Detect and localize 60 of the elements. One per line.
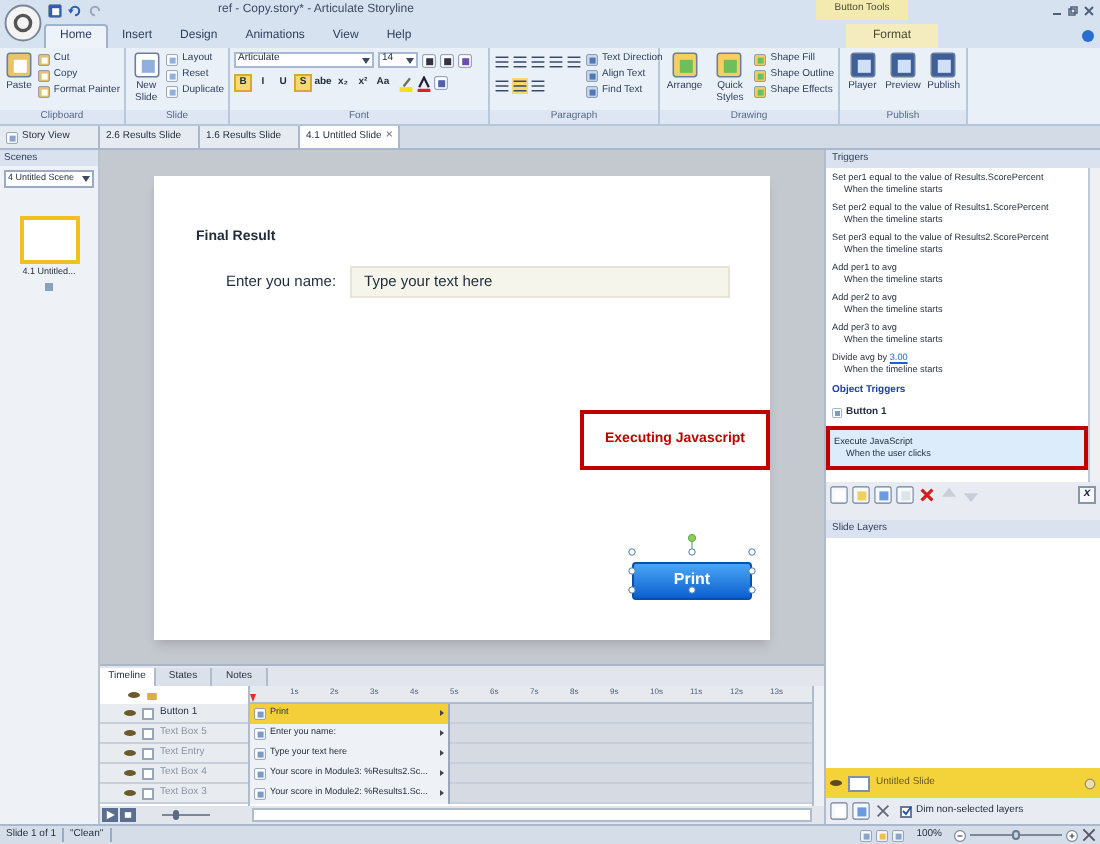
caret-icon xyxy=(82,176,90,182)
check-icon xyxy=(901,806,911,816)
caret-icon xyxy=(406,57,414,63)
save-icon[interactable] xyxy=(48,3,62,17)
list-icon[interactable] xyxy=(548,54,564,70)
clear-format-icon[interactable] xyxy=(458,53,472,67)
undo-icon[interactable] xyxy=(68,3,82,17)
highlight-icon[interactable] xyxy=(398,75,414,91)
slider-thumb[interactable] xyxy=(1012,830,1020,840)
font-color-icon[interactable] xyxy=(416,75,432,91)
restore-icon[interactable] xyxy=(1068,5,1078,15)
duplicate-layer-icon[interactable] xyxy=(852,802,870,820)
lock-checkbox[interactable] xyxy=(142,787,154,799)
command-icon xyxy=(849,52,876,78)
slider-thumb[interactable] xyxy=(173,810,180,820)
zoom-in-icon[interactable] xyxy=(1066,829,1078,841)
align-icon[interactable] xyxy=(530,78,546,94)
align-icon[interactable] xyxy=(494,78,510,94)
help-icon[interactable] xyxy=(1082,30,1094,42)
caret-icon xyxy=(440,750,444,756)
grow-font-icon[interactable] xyxy=(422,53,436,67)
shrink-font-icon[interactable] xyxy=(440,53,454,67)
caret-icon xyxy=(440,710,444,716)
delete-icon[interactable] xyxy=(918,486,936,504)
layer-thumbnail xyxy=(848,775,870,791)
slide-thumbnail[interactable] xyxy=(19,216,79,264)
scrollbar[interactable] xyxy=(252,808,812,822)
checkbox[interactable] xyxy=(900,805,912,817)
caret-icon xyxy=(362,57,370,63)
command-icon xyxy=(5,52,32,78)
list-icon[interactable] xyxy=(512,54,528,70)
list-icon[interactable] xyxy=(494,54,510,70)
caret-icon xyxy=(440,790,444,796)
delete-icon[interactable] xyxy=(874,802,892,820)
lock-checkbox[interactable] xyxy=(142,767,154,779)
zoom-out-icon[interactable] xyxy=(954,829,966,841)
command-icon xyxy=(671,52,698,78)
play-icon[interactable] xyxy=(102,808,118,822)
close-icon[interactable] xyxy=(1084,5,1094,15)
trigger-icon xyxy=(44,281,54,292)
scrollbar[interactable] xyxy=(812,686,824,806)
list-icon[interactable] xyxy=(530,54,546,70)
align-icon[interactable] xyxy=(512,78,528,94)
new-layer-icon[interactable] xyxy=(830,802,848,820)
lock-checkbox[interactable] xyxy=(142,707,154,719)
command-icon xyxy=(889,52,916,78)
lock-checkbox[interactable] xyxy=(142,747,154,759)
eye-icon xyxy=(830,778,842,788)
scrollbar[interactable] xyxy=(1088,168,1100,482)
lock-checkbox[interactable] xyxy=(142,727,154,739)
list-icon[interactable] xyxy=(566,54,582,70)
format-icon[interactable] xyxy=(434,76,448,90)
print-button[interactable]: Print xyxy=(632,561,752,599)
stop-icon[interactable] xyxy=(120,808,136,822)
object-icon xyxy=(832,407,842,418)
caret-icon xyxy=(440,730,444,736)
command-icon xyxy=(133,52,160,78)
caret-icon xyxy=(440,770,444,776)
command-icon xyxy=(716,52,743,78)
command-icon xyxy=(930,52,957,78)
